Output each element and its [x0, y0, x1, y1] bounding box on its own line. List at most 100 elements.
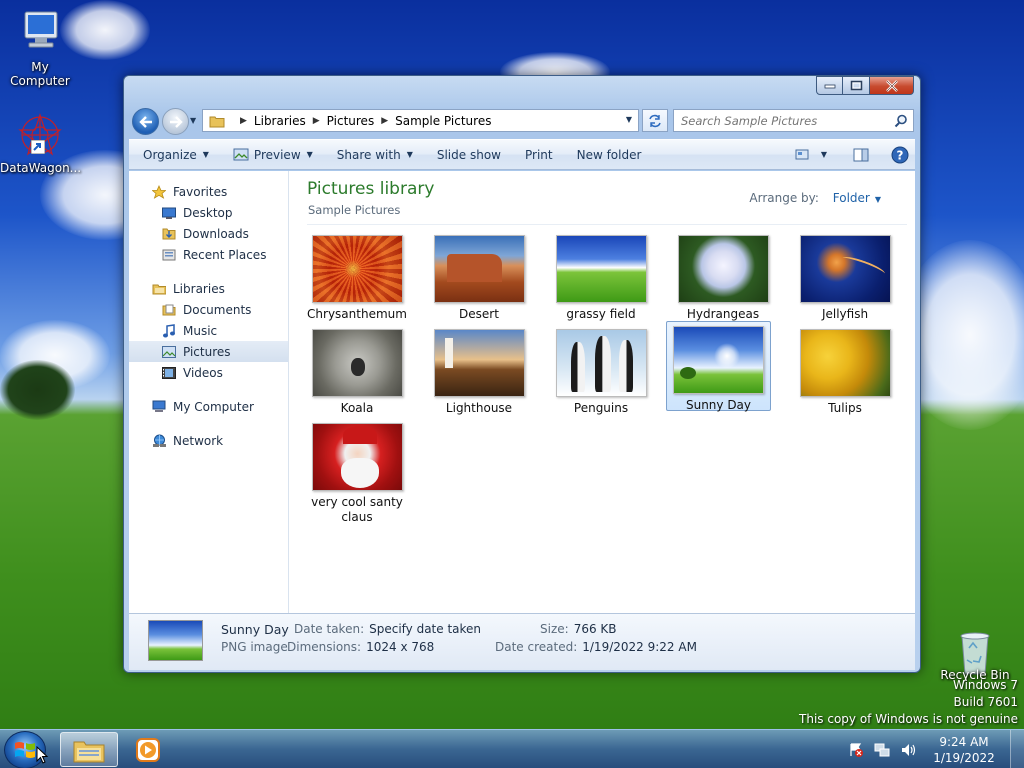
- forward-button[interactable]: [162, 108, 189, 135]
- preview-pane-button[interactable]: [853, 148, 869, 162]
- file-item-sunny-day[interactable]: Sunny Day: [666, 321, 771, 412]
- explorer-window: ▼ ▶ Libraries ▶ Pictures ▶ Sample Pictur…: [123, 75, 921, 673]
- address-bar[interactable]: ▶ Libraries ▶ Pictures ▶ Sample Pictures…: [202, 109, 639, 132]
- maximize-button[interactable]: [843, 76, 870, 95]
- thumbnail-koala: [311, 329, 403, 397]
- details-date-taken: Date taken: Specify date taken: [294, 622, 481, 636]
- desktop-icon: [162, 206, 176, 220]
- breadcrumb-separator[interactable]: ▶: [313, 116, 320, 126]
- share-with-button[interactable]: Share with ▼: [323, 140, 423, 169]
- libraries-icon: [152, 282, 166, 296]
- arrange-by-dropdown[interactable]: Folder: [833, 191, 870, 205]
- file-item-tulips[interactable]: Tulips: [792, 325, 898, 416]
- refresh-button[interactable]: [642, 109, 668, 132]
- sidebar-item-pictures[interactable]: Pictures: [129, 341, 288, 362]
- taskbar-windows-explorer[interactable]: [60, 732, 118, 767]
- watermark-line: Build 7601: [953, 695, 1018, 709]
- sidebar-item-recent-places[interactable]: Recent Places: [129, 244, 288, 265]
- change-view-button[interactable]: ▼: [795, 149, 827, 160]
- new-folder-button[interactable]: New folder: [563, 140, 652, 169]
- print-button[interactable]: Print: [511, 140, 563, 169]
- breadcrumb-libraries[interactable]: Libraries: [254, 114, 306, 128]
- file-item-jellyfish[interactable]: Jellyfish: [792, 231, 898, 322]
- desktop-icon-my-computer[interactable]: My Computer: [0, 10, 80, 88]
- folder-icon: [209, 116, 225, 127]
- minimize-button[interactable]: [816, 76, 843, 95]
- show-desktop-button[interactable]: [1010, 730, 1024, 768]
- arrow-left-icon: [138, 115, 152, 128]
- address-history-dropdown[interactable]: ▼: [626, 115, 632, 124]
- back-button[interactable]: [132, 108, 159, 135]
- file-name: grassy field: [566, 307, 636, 321]
- breadcrumb-separator[interactable]: ▶: [381, 116, 388, 126]
- breadcrumb-pictures[interactable]: Pictures: [327, 114, 375, 128]
- slide-show-button[interactable]: Slide show: [423, 140, 511, 169]
- sidebar-item-label: Downloads: [183, 226, 249, 241]
- volume-icon[interactable]: [900, 742, 916, 758]
- details-size: Size: 766 KB: [540, 622, 617, 636]
- divider: [307, 224, 907, 225]
- desktop-icon-datawagon[interactable]: DataWagon...: [0, 112, 82, 175]
- search-box[interactable]: [673, 109, 914, 132]
- search-icon[interactable]: [894, 114, 908, 128]
- help-button[interactable]: ?: [891, 146, 909, 164]
- preview-label: Preview: [253, 147, 301, 162]
- arrow-right-icon: [169, 115, 183, 128]
- file-item-grassy-field[interactable]: grassy field: [548, 231, 654, 322]
- action-center-icon[interactable]: [848, 742, 864, 758]
- file-name: Sunny Day: [685, 398, 752, 412]
- chevron-down-icon[interactable]: ▼: [821, 150, 827, 159]
- sidebar-item-documents[interactable]: Documents: [129, 299, 288, 320]
- share-with-label: Share with: [336, 147, 401, 162]
- preview-button[interactable]: Preview ▼: [219, 140, 323, 169]
- close-button[interactable]: [870, 76, 914, 95]
- file-item-penguins[interactable]: Penguins: [548, 325, 654, 416]
- file-item-very-cool-santy-claus[interactable]: very cool santy claus: [304, 419, 410, 525]
- library-title: Pictures library: [307, 179, 435, 199]
- details-value[interactable]: Specify date taken: [369, 622, 481, 636]
- sidebar-item-libraries[interactable]: Libraries: [129, 278, 288, 299]
- sidebar-item-music[interactable]: Music: [129, 320, 288, 341]
- desktop-icon-recycle-bin[interactable]: Recycle Bin: [935, 630, 1015, 682]
- taskbar-media-player[interactable]: [124, 732, 172, 767]
- chevron-down-icon: ▼: [306, 150, 313, 159]
- file-item-koala[interactable]: Koala: [304, 325, 410, 416]
- sidebar-item-label: Favorites: [173, 184, 228, 199]
- file-item-chrysanthemum[interactable]: Chrysanthemum: [304, 231, 410, 322]
- downloads-folder-icon: [162, 227, 176, 241]
- chevron-down-icon: ▼: [406, 150, 413, 159]
- details-file-name: Sunny Day: [221, 622, 289, 637]
- sidebar-item-network[interactable]: Network: [129, 430, 288, 451]
- mouse-cursor-icon: [36, 746, 49, 764]
- sidebar-item-videos[interactable]: Videos: [129, 362, 288, 383]
- chevron-down-icon[interactable]: ▼: [875, 195, 881, 204]
- content-pane: Pictures library Sample Pictures Arrange…: [290, 171, 915, 613]
- breadcrumb-sample-pictures[interactable]: Sample Pictures: [395, 114, 491, 128]
- network-status-icon[interactable]: [874, 742, 890, 758]
- sidebar-item-my-computer[interactable]: My Computer: [129, 396, 288, 417]
- details-label: Size:: [540, 622, 569, 636]
- sidebar-item-favorites[interactable]: Favorites: [129, 181, 288, 202]
- sidebar-item-downloads[interactable]: Downloads: [129, 223, 288, 244]
- command-bar: Organize ▼ Preview ▼ Share with ▼ Slide sho…: [129, 139, 915, 170]
- file-name: Desert: [459, 307, 499, 321]
- documents-icon: [162, 303, 176, 317]
- sidebar-item-label: Music: [183, 323, 218, 338]
- system-tray: 9:24 AM 1/19/2022: [848, 730, 1024, 768]
- organize-button[interactable]: Organize ▼: [129, 140, 219, 169]
- media-player-icon: [136, 737, 160, 762]
- windows-logo-icon: [15, 742, 35, 758]
- sidebar-item-desktop[interactable]: Desktop: [129, 202, 288, 223]
- help-icon: ?: [891, 146, 909, 163]
- file-item-hydrangeas[interactable]: Hydrangeas: [670, 231, 776, 322]
- search-input[interactable]: [681, 113, 891, 128]
- system-clock[interactable]: 9:24 AM 1/19/2022: [932, 734, 996, 766]
- details-value: 766 KB: [573, 622, 617, 636]
- file-item-desert[interactable]: Desert: [426, 231, 532, 322]
- desktop-icon-label: DataWagon...: [0, 161, 82, 175]
- details-pane: Sunny Day PNG image Date taken: Specify d…: [129, 613, 915, 670]
- file-name: Penguins: [573, 401, 629, 415]
- details-value: 1024 x 768: [366, 640, 435, 654]
- file-item-lighthouse[interactable]: Lighthouse: [426, 325, 532, 416]
- recent-pages-dropdown[interactable]: ▼: [190, 116, 196, 125]
